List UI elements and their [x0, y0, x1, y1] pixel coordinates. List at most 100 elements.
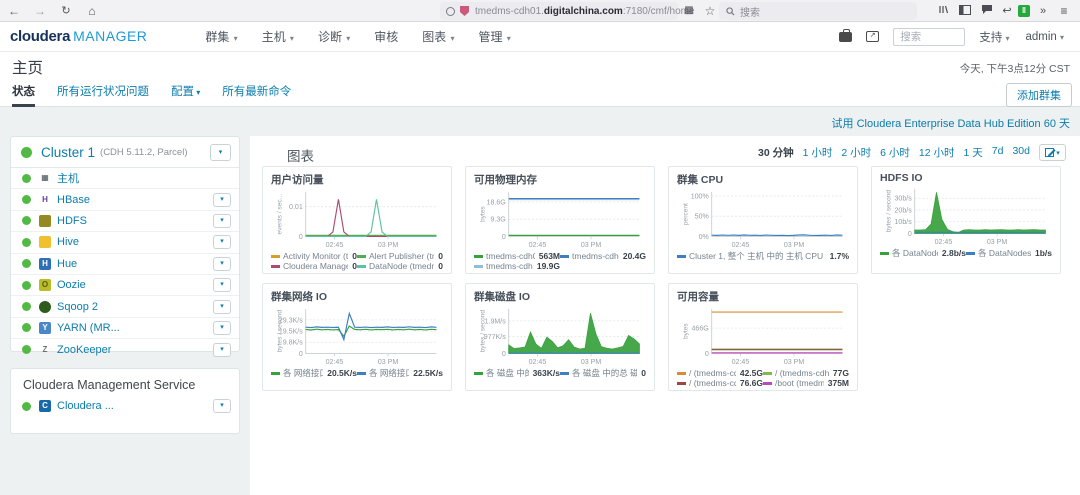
service-link[interactable]: HBase: [57, 194, 90, 206]
url-bar[interactable]: tmedms-cdh01.digitalchina.com:7180/cmf/h…: [440, 2, 678, 20]
cloudera-manager-logo[interactable]: clouderaMANAGER: [10, 28, 147, 45]
running-commands-icon[interactable]: ↗: [866, 31, 879, 42]
time-range-option[interactable]: 30d: [1012, 145, 1030, 160]
legend-swatch: [474, 372, 483, 375]
chart-card[interactable]: 群集磁盘 IO 1.9M/s977K/s002:4503 PMbytes / s…: [465, 283, 655, 391]
legend-value: 42.5G: [740, 368, 763, 378]
caret-down-icon: ▾: [505, 34, 511, 43]
cluster-name-link[interactable]: Cluster 1: [41, 145, 95, 160]
support-menu[interactable]: 支持 ▾: [979, 29, 1009, 45]
chart-edit-button[interactable]: ▾: [1039, 144, 1066, 161]
legend-swatch: [357, 255, 366, 258]
nav-menu-item[interactable]: 主机 ▾: [250, 28, 306, 45]
legend-label: tmedms-cdh02...: [572, 251, 619, 261]
site-info-icon[interactable]: [446, 7, 455, 16]
time-range-option[interactable]: 7d: [992, 145, 1004, 160]
browser-back-icon[interactable]: ←: [4, 0, 24, 22]
service-menu-button[interactable]: ▾: [213, 257, 231, 271]
chat-icon[interactable]: [978, 0, 996, 22]
nav-menu-item[interactable]: 图表 ▾: [410, 28, 466, 45]
time-range-option[interactable]: 30 分钟: [758, 145, 794, 160]
service-link[interactable]: ZooKeeper: [57, 344, 111, 356]
management-status-dot: [22, 402, 31, 411]
shield-icon[interactable]: [460, 6, 469, 16]
green-extension-icon[interactable]: ‖: [1018, 5, 1030, 17]
chart-card[interactable]: 可用容量 466G002:4503 PMbytes / (tmedms-cdh0…: [668, 283, 858, 391]
caret-down-icon: ▾: [448, 34, 454, 43]
service-row: Hive ▾: [11, 232, 239, 253]
chart-card[interactable]: HDFS IO 30b/s20b/s10b/s002:4503 PMbytes …: [871, 166, 1061, 274]
svg-text:0: 0: [299, 351, 303, 358]
service-link[interactable]: YARN (MR...: [57, 322, 120, 334]
browser-home-icon[interactable]: ⌂: [82, 0, 102, 22]
legend-swatch: [560, 372, 569, 375]
legend-label: 各 网络接口 中...: [283, 368, 323, 378]
chart-plot: 100%50%0%02:4503 PMpercent: [677, 188, 851, 250]
nav-menu-item[interactable]: 群集 ▾: [193, 28, 249, 45]
tab[interactable]: 所有运行状况问题: [57, 80, 149, 107]
bookmark-star-icon[interactable]: ☆: [702, 0, 718, 22]
trial-link[interactable]: 试用 Cloudera Enterprise Data Hub Edition …: [832, 115, 1070, 131]
svg-text:50%: 50%: [695, 214, 710, 221]
service-link[interactable]: HDFS: [57, 215, 87, 227]
sqoop-icon: [39, 301, 51, 313]
service-link[interactable]: 主机: [57, 170, 79, 186]
chart-card[interactable]: 群集 CPU 100%50%0%02:4503 PMpercent Cluste…: [668, 166, 858, 274]
chart-card[interactable]: 群集网络 IO 29.3K/s19.5K/s9.8K/s002:4503 PMb…: [262, 283, 452, 391]
service-link[interactable]: Oozie: [57, 279, 86, 291]
legend-item: 各 磁盘 中的总 ... 363K/s: [474, 368, 560, 378]
nav-menu-item[interactable]: 审核: [362, 28, 410, 45]
management-service-link[interactable]: Cloudera ...: [57, 400, 114, 412]
service-menu-button[interactable]: ▾: [213, 300, 231, 314]
time-range-option[interactable]: 12 小时: [919, 145, 955, 160]
service-menu-button[interactable]: ▾: [213, 235, 231, 249]
app-search-input[interactable]: [893, 28, 965, 46]
nav-menu-item[interactable]: 管理 ▾: [467, 28, 523, 45]
svg-text:03 PM: 03 PM: [581, 242, 602, 249]
tab[interactable]: 所有最新命令: [222, 80, 291, 107]
cluster-menu-button[interactable]: ▾: [210, 144, 231, 161]
browser-reload-icon[interactable]: ↻: [56, 0, 76, 22]
content: 试用 Cloudera Enterprise Data Hub Edition …: [0, 107, 1080, 495]
service-link[interactable]: Hive: [57, 236, 79, 248]
legend-swatch: [763, 372, 772, 375]
svg-text:02:45: 02:45: [529, 359, 547, 366]
nav-menu-item[interactable]: 诊断 ▾: [306, 28, 362, 45]
service-menu-button[interactable]: ▾: [213, 193, 231, 207]
tab[interactable]: 配置 ▾: [171, 80, 200, 107]
browser-forward-icon[interactable]: →: [30, 0, 50, 22]
extension-icon[interactable]: ▩: [683, 5, 695, 17]
service-link[interactable]: Hue: [57, 258, 77, 270]
svg-text:0: 0: [502, 351, 506, 358]
service-menu-button[interactable]: ▾: [213, 278, 231, 292]
svg-text:bytes / second: bytes / second: [276, 310, 283, 353]
chart-card[interactable]: 可用物理内存 18.6G9.3G002:4503 PMbytes tmedms-…: [465, 166, 655, 274]
tab[interactable]: 状态: [12, 80, 35, 107]
time-range-option[interactable]: 1 小时: [803, 145, 833, 160]
nav-menu-label: 管理: [479, 30, 503, 44]
chart-plot: 1.9M/s977K/s002:4503 PMbytes / second: [474, 305, 648, 367]
overflow-icon[interactable]: »: [1036, 0, 1050, 22]
user-menu[interactable]: admin ▾: [1025, 31, 1064, 43]
service-menu-button[interactable]: ▾: [213, 321, 231, 335]
parcel-icon[interactable]: [839, 32, 852, 42]
library-icon[interactable]: [934, 0, 952, 22]
time-range-option[interactable]: 2 小时: [841, 145, 871, 160]
legend-item: / (tmedms-cdh0... 76.6G: [677, 378, 763, 388]
add-cluster-button[interactable]: 添加群集: [1006, 83, 1072, 107]
time-range-option[interactable]: 6 小时: [880, 145, 910, 160]
hamburger-menu-icon[interactable]: ≡: [1056, 0, 1072, 22]
chart-title: 群集 CPU: [677, 172, 849, 187]
service-menu-button[interactable]: ▾: [213, 214, 231, 228]
browser-search-field[interactable]: 搜索: [719, 2, 917, 20]
legend-swatch: [357, 372, 366, 375]
chart-card[interactable]: 用户访问量 0.01002:4503 PMevents / sec... Act…: [262, 166, 452, 274]
svg-text:03 PM: 03 PM: [784, 359, 805, 366]
time-range-option[interactable]: 1 天: [964, 145, 983, 160]
reply-icon[interactable]: ↩: [999, 0, 1015, 22]
service-menu-button[interactable]: ▾: [213, 343, 231, 357]
sidebar-toggle-icon[interactable]: [956, 0, 974, 22]
svg-text:20b/s: 20b/s: [895, 207, 913, 214]
management-menu-button[interactable]: ▾: [213, 399, 231, 413]
service-link[interactable]: Sqoop 2: [57, 301, 98, 313]
